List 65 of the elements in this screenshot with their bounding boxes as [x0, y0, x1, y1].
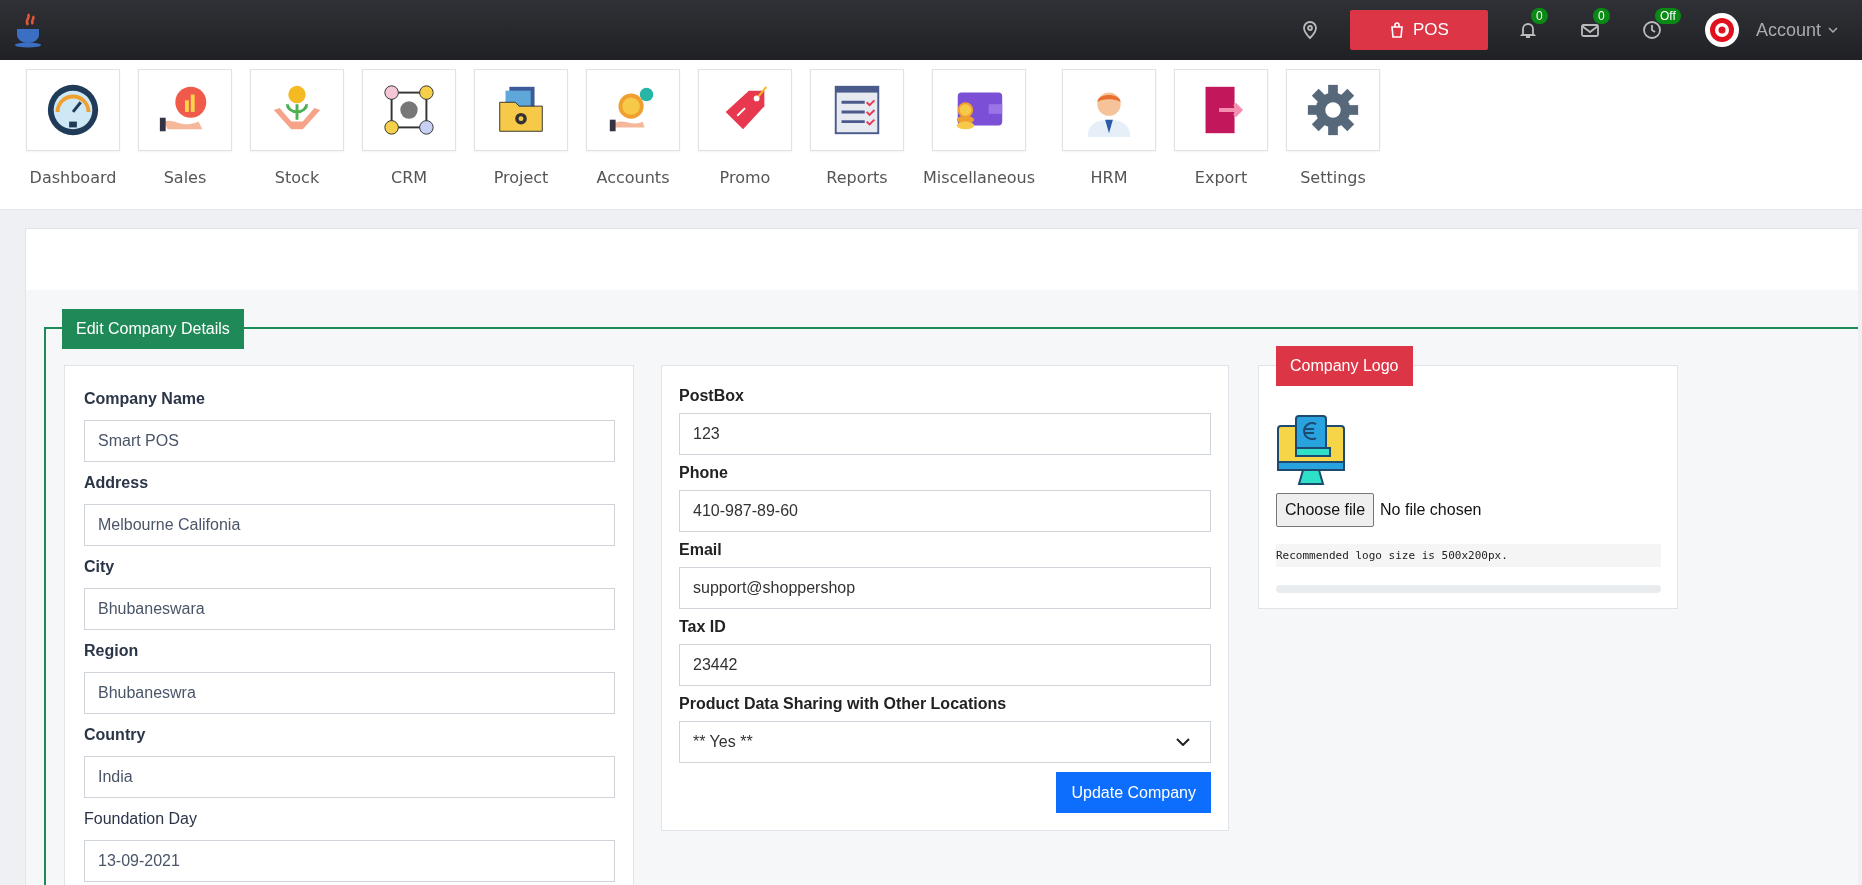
- logo-size-hint: Recommended logo size is 500x200px.: [1276, 544, 1661, 567]
- bell-icon[interactable]: [1517, 20, 1538, 40]
- field-label: Address: [84, 473, 150, 493]
- module-label[interactable]: CRM: [390, 168, 428, 187]
- notification-badge: 0: [1530, 8, 1548, 24]
- input-field[interactable]: Bhubaneswara: [84, 588, 615, 630]
- module-tile[interactable]: [1062, 69, 1156, 151]
- module-tile[interactable]: [810, 69, 904, 151]
- choose-file-button[interactable]: Choose file: [1276, 493, 1375, 527]
- pos-button[interactable]: POS: [1349, 10, 1488, 50]
- select-field[interactable]: ** Yes **: [679, 721, 1211, 763]
- logo-legend: Company Logo: [1276, 346, 1413, 386]
- field-label: Region: [84, 641, 140, 661]
- field-label: Product Data Sharing with Other Locations: [679, 693, 1008, 714]
- input-field[interactable]: India: [84, 756, 615, 798]
- monitor-euro-icon: [1276, 414, 1346, 486]
- module-tile[interactable]: [474, 69, 568, 151]
- coffee-cup-icon[interactable]: [14, 12, 44, 48]
- module-tile[interactable]: [250, 69, 344, 151]
- module-label[interactable]: Settings: [1300, 168, 1366, 187]
- module-tile[interactable]: [138, 69, 232, 151]
- input-field[interactable]: 13-09-2021: [84, 840, 615, 882]
- module-label[interactable]: Miscellaneous: [922, 168, 1036, 187]
- input-field[interactable]: Smart POS: [84, 420, 615, 462]
- field-label: Email: [679, 539, 723, 560]
- module-tile[interactable]: [1174, 69, 1268, 151]
- clock-icon[interactable]: [1641, 20, 1662, 40]
- input-field[interactable]: 410-987-89-60: [679, 490, 1211, 532]
- field-label: Tax ID: [679, 616, 727, 637]
- module-tile[interactable]: [1286, 69, 1380, 151]
- caret-icon: [1828, 27, 1838, 33]
- chevron-down-icon: [1176, 738, 1190, 746]
- form-legend: Edit Company Details: [62, 309, 244, 349]
- module-label[interactable]: Sales: [163, 168, 207, 187]
- avatar-icon[interactable]: [1703, 12, 1740, 48]
- module-tile[interactable]: [698, 69, 792, 151]
- module-tile[interactable]: [26, 69, 120, 151]
- notification-badge: 0: [1592, 8, 1610, 24]
- field-label: Phone: [679, 462, 729, 483]
- field-label: Foundation Day: [84, 809, 198, 829]
- module-label[interactable]: Accounts: [596, 168, 670, 187]
- input-field[interactable]: 23442: [679, 644, 1211, 686]
- module-tile[interactable]: [362, 69, 456, 151]
- module-label[interactable]: HRM: [1090, 168, 1128, 187]
- field-label: City: [84, 557, 116, 577]
- field-label: Company Name: [84, 389, 206, 409]
- module-label[interactable]: Export: [1194, 168, 1248, 187]
- module-label[interactable]: Promo: [719, 168, 771, 187]
- module-label[interactable]: Dashboard: [29, 168, 117, 187]
- notification-badge: Off: [1654, 8, 1681, 24]
- field-label: Country: [84, 725, 147, 745]
- module-label[interactable]: Reports: [826, 168, 888, 187]
- shopping-bag-icon: [1389, 22, 1405, 38]
- module-label[interactable]: Project: [493, 168, 549, 187]
- input-field[interactable]: support@shoppershop: [679, 567, 1211, 609]
- file-status: No file chosen: [1380, 501, 1482, 519]
- module-label[interactable]: Stock: [274, 168, 320, 187]
- account-menu[interactable]: Account: [1755, 19, 1850, 41]
- field-label: PostBox: [679, 385, 745, 406]
- module-tile[interactable]: [586, 69, 680, 151]
- module-tile[interactable]: [932, 69, 1026, 151]
- input-field[interactable]: Bhubaneswra: [84, 672, 615, 714]
- input-field[interactable]: Melbourne Califonia: [84, 504, 615, 546]
- input-field[interactable]: 123: [679, 413, 1211, 455]
- update-company-button[interactable]: Update Company: [1056, 772, 1211, 813]
